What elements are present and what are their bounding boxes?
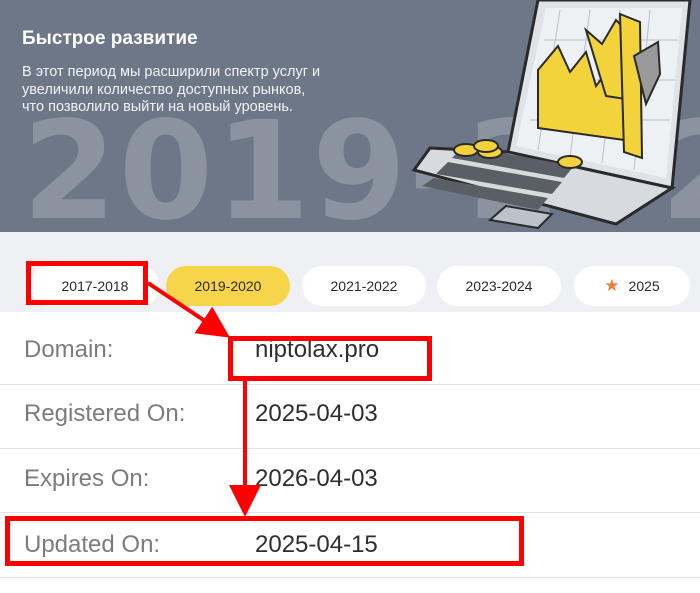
hero-description: В этот период мы расширили спектр услуг … (22, 64, 321, 115)
tab-2019-2020[interactable]: 2019-2020 (166, 266, 290, 306)
tab-label: 2019-2020 (194, 278, 262, 294)
whois-value: 2025-04-03 (255, 400, 378, 427)
tab-label: 2021-2022 (330, 278, 398, 294)
highlight-box-updated (5, 516, 524, 566)
laptop-chart-illustration (411, 0, 692, 230)
hero-banner: 2019-2020 Быстрое развитие В этот период… (0, 0, 700, 232)
highlight-box-domain (228, 336, 432, 381)
tab-label: 2023-2024 (465, 278, 533, 294)
whois-label: Domain: (24, 336, 114, 363)
tab-2021-2022[interactable]: 2021-2022 (302, 266, 426, 306)
tab-label: 2025 (628, 278, 660, 294)
row-divider (0, 577, 700, 578)
tab-2025[interactable]: ★ 2025 (574, 266, 690, 306)
whois-row-expires: Expires On: 2026-04-03 (0, 447, 700, 513)
highlight-box-tab (26, 261, 148, 305)
whois-row-registered: Registered On: 2025-04-03 (0, 382, 700, 448)
star-icon: ★ (604, 276, 620, 295)
whois-value: 2026-04-03 (255, 465, 378, 492)
tab-2023-2024[interactable]: 2023-2024 (437, 266, 561, 306)
whois-label: Registered On: (24, 400, 186, 427)
whois-label: Expires On: (24, 465, 150, 492)
hero-title: Быстрое развитие (22, 28, 198, 49)
